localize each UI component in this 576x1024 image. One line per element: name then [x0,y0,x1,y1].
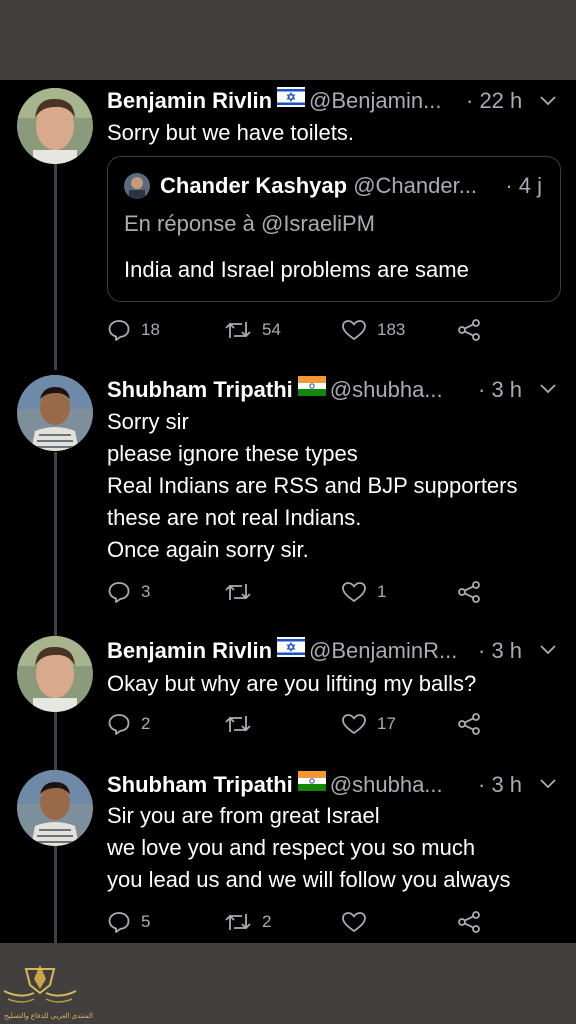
chevron-down-icon[interactable] [540,384,556,394]
heart-icon [342,714,366,735]
reply-button[interactable]: 18 [107,315,160,345]
handle[interactable]: @BenjaminR... [309,638,457,663]
avatar[interactable] [17,88,93,164]
tweet-header: Shubham Tripathi @shubha... [107,375,443,405]
display-name: Chander Kashyap [160,173,348,198]
avatar[interactable] [17,375,93,451]
retweet-button[interactable]: 2 [224,907,271,937]
chevron-down-icon[interactable] [540,645,556,655]
tweet[interactable]: Shubham Tripathi @shubha... · 3 h Sorry s… [0,372,576,612]
tweet-text: Sorry but we have toilets. [107,120,355,145]
share-icon [458,713,480,735]
chevron-down-icon[interactable] [540,96,556,106]
reply-context: En réponse à @IsraeliPM [124,211,376,236]
share-icon [458,319,480,341]
retweet-count: 2 [262,912,272,931]
india-flag-icon [297,374,326,404]
reply-icon [108,320,130,341]
reply-icon [108,582,130,603]
reply-button[interactable]: 5 [107,907,150,937]
handle[interactable]: @Benjamin... [309,88,441,113]
reply-count: 5 [141,912,151,931]
like-count: 183 [377,320,406,339]
retweet-button[interactable]: 54 [224,315,281,345]
like-button[interactable] [341,907,377,937]
like-button[interactable]: 183 [341,315,405,345]
top-bar [0,0,576,80]
quoted-tweet[interactable]: Chander Kashyap @Chander... · 4 j En rép… [107,156,561,302]
tweet-header: Benjamin Rivlin @BenjaminR... [107,636,457,666]
retweet-icon [225,322,251,338]
tweet[interactable]: Shubham Tripathi @shubha... · 3 h Sir you… [0,768,576,943]
like-count: 17 [377,714,396,733]
handle[interactable]: @shubha... [330,377,443,402]
india-flag-icon [297,769,326,799]
share-button[interactable] [457,709,491,739]
like-button[interactable]: 17 [341,709,396,739]
handle[interactable]: @shubha... [330,772,443,797]
timestamp: · 4 j [505,173,542,198]
tweet-header: Shubham Tripathi @shubha... [107,770,443,800]
tweet-actions: 2 17 [107,709,507,739]
israel-flag-icon [277,635,306,665]
quote-header: Chander Kashyap @Chander... [160,171,477,201]
heart-icon [342,912,366,933]
tweet-actions: 5 2 [107,907,507,937]
handle: @Chander... [353,173,478,198]
avatar[interactable] [17,636,93,712]
display-name[interactable]: Benjamin Rivlin [107,88,272,113]
chevron-down-icon[interactable] [540,779,556,789]
like-button[interactable]: 1 [341,577,386,607]
tweet[interactable]: Benjamin Rivlin @BenjaminR... · 3 h Okay … [0,634,576,744]
tweet[interactable]: Benjamin Rivlin @Benjamin... · 22 h Sorry… [0,84,576,364]
like-count: 1 [377,582,387,601]
tweet-actions: 3 1 [107,577,507,607]
reply-button[interactable]: 2 [107,709,150,739]
display-name[interactable]: Shubham Tripathi [107,377,293,402]
reply-icon [108,912,130,933]
reply-icon [108,714,130,735]
share-button[interactable] [457,315,491,345]
tweet-header: Benjamin Rivlin @Benjamin... [107,86,441,116]
tweet-text: Okay but why are you lifting my balls? [107,671,477,696]
reply-count: 18 [141,320,160,339]
tweet-text: Sir you are from great Israel we love yo… [107,803,511,892]
timestamp[interactable]: · 3 h [478,375,522,405]
display-name[interactable]: Shubham Tripathi [107,772,293,797]
reply-count: 2 [141,714,151,733]
share-icon [458,581,480,603]
watermark-text: المنتدى العربي للدفاع والتسليح [4,1013,93,1020]
retweet-button[interactable] [224,709,262,739]
display-name[interactable]: Benjamin Rivlin [107,638,272,663]
timestamp[interactable]: · 3 h [478,636,522,666]
tweet-text: Sorry sir please ignore these types Real… [107,409,518,562]
share-icon [458,911,480,933]
quote-text: India and Israel problems are same [124,257,469,282]
heart-icon [342,582,366,603]
retweet-button[interactable] [224,577,262,607]
retweet-icon [225,914,251,930]
retweet-count: 54 [262,320,281,339]
timestamp[interactable]: · 22 h [466,86,522,116]
tweet-actions: 18 54 183 [107,315,507,345]
reply-button[interactable]: 3 [107,577,150,607]
avatar[interactable] [17,770,93,846]
reply-count: 3 [141,582,151,601]
share-button[interactable] [457,907,491,937]
israel-flag-icon [277,85,306,115]
timestamp[interactable]: · 3 h [478,770,522,800]
retweet-icon [225,716,251,732]
retweet-icon [225,584,251,600]
share-button[interactable] [457,577,491,607]
avatar [124,173,150,199]
heart-icon [342,320,366,341]
